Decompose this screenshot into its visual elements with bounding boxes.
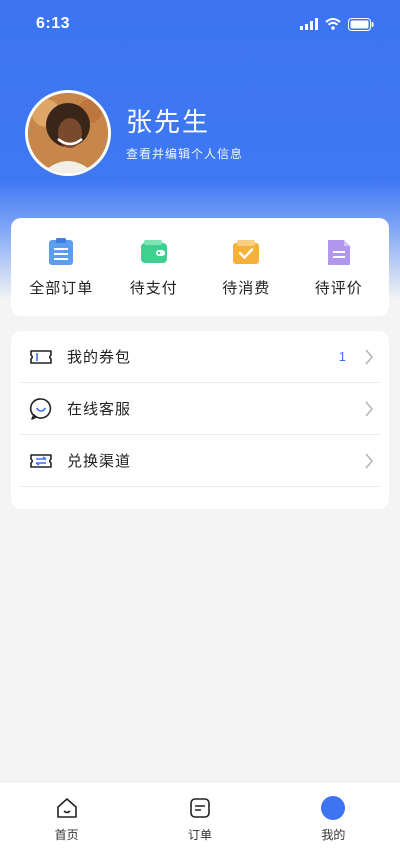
pending-payment-label: 待支付 xyxy=(129,279,178,297)
all-orders-button[interactable]: 全部订单 xyxy=(21,237,101,298)
chevron-right-icon xyxy=(365,452,374,469)
tab-profile[interactable]: 我的 xyxy=(267,782,400,866)
profile-icon xyxy=(321,796,346,820)
menu-label-coupons: 我的券包 xyxy=(67,349,132,366)
menu-item-coupons[interactable]: 我的券包 1 xyxy=(20,331,380,383)
home-icon xyxy=(56,798,77,818)
orders-card: 全部订单 待支付 待消费 待评价 xyxy=(11,218,389,316)
wifi-icon xyxy=(325,18,341,30)
all-orders-icon xyxy=(49,237,74,265)
all-orders-label: 全部订单 xyxy=(29,279,94,297)
order-icon xyxy=(190,798,210,818)
tab-orders[interactable]: 订单 xyxy=(133,782,266,866)
status-icons xyxy=(300,17,374,31)
check-box-icon xyxy=(233,239,260,264)
status-bar: 6:13 xyxy=(0,0,400,48)
tab-label-orders: 订单 xyxy=(187,828,212,842)
pending-use-label: 待消费 xyxy=(222,279,271,297)
chevron-right-icon xyxy=(365,348,374,365)
tab-label-home: 首页 xyxy=(54,828,79,842)
menu-label-customer-service: 在线客服 xyxy=(67,401,132,418)
profile-header[interactable]: 张先生 查看并编辑个人信息 xyxy=(25,90,243,176)
user-name: 张先生 xyxy=(126,106,211,137)
menu-label-exchange: 兑换渠道 xyxy=(67,453,132,470)
menu-item-exchange[interactable]: 兑换渠道 xyxy=(20,435,380,487)
wallet-icon xyxy=(140,239,167,263)
edit-profile-link[interactable]: 查看并编辑个人信息 xyxy=(126,145,243,162)
coupon-count-badge: 1 xyxy=(338,349,346,364)
ticket-icon xyxy=(30,349,52,364)
avatar[interactable] xyxy=(25,90,111,176)
pending-use-button[interactable]: 待消费 xyxy=(206,237,286,298)
status-time: 6:13 xyxy=(36,15,71,32)
exchange-icon xyxy=(30,453,52,468)
customer-service-icon xyxy=(29,397,52,420)
pending-review-label: 待评价 xyxy=(314,279,363,297)
menu-item-customer-service[interactable]: 在线客服 xyxy=(20,383,380,435)
review-icon xyxy=(327,239,350,265)
tab-label-profile: 我的 xyxy=(321,828,346,842)
chevron-right-icon xyxy=(365,400,374,417)
tab-home[interactable]: 首页 xyxy=(0,782,133,866)
signal-icon xyxy=(300,18,318,30)
pending-review-button[interactable]: 待评价 xyxy=(299,237,379,298)
menu-card: 我的券包 1 在线客服 兑换渠道 xyxy=(11,331,389,509)
bottom-tab-bar: 首页 订单 我的 xyxy=(0,781,400,866)
battery-icon xyxy=(348,17,374,31)
avatar-image xyxy=(28,93,108,173)
pending-payment-button[interactable]: 待支付 xyxy=(114,237,194,298)
